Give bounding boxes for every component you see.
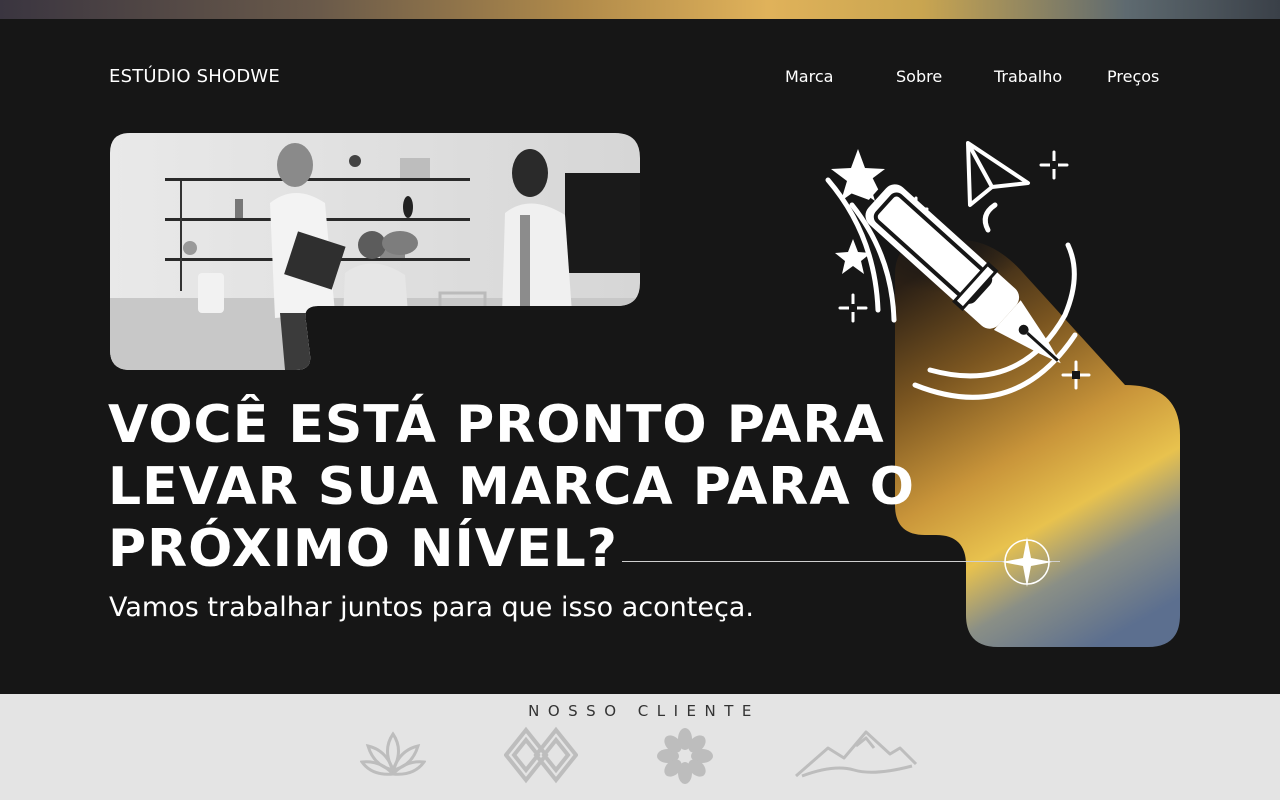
team-meeting-photo [110,133,640,370]
mountain-logo-icon [795,730,918,778]
headline-line-3: PRÓXIMO NÍVEL? [108,519,618,579]
flower-logo-icon [657,728,713,784]
nav-item-precos[interactable]: Preços [1107,67,1159,86]
nav-item-sobre[interactable]: Sobre [896,67,942,86]
clients-title: NOSSO CLIENTE [528,702,760,720]
brand-logo[interactable]: ESTÚDIO SHODWE [109,66,280,87]
decorative-divider-line [622,561,1060,562]
headline-line-1: VOCÊ ESTÁ PRONTO PARA [108,395,885,455]
lotus-logo-icon [360,731,426,776]
clients-section: NOSSO CLIENTE [0,694,1280,800]
nav-item-marca[interactable]: Marca [785,67,833,86]
hero-headline: VOCÊ ESTÁ PRONTO PARA LEVAR SUA MARCA PA… [108,394,968,580]
hero-subheadline: Vamos trabalhar juntos para que isso aco… [109,592,754,623]
headline-line-2: LEVAR SUA MARCA PARA O [108,457,915,517]
nav-item-trabalho[interactable]: Trabalho [994,67,1062,86]
paper-plane-icon [966,141,1030,207]
top-gradient-strip [0,0,1280,19]
sparkle-icon [1002,537,1052,587]
diamond-knot-logo-icon [504,726,578,784]
